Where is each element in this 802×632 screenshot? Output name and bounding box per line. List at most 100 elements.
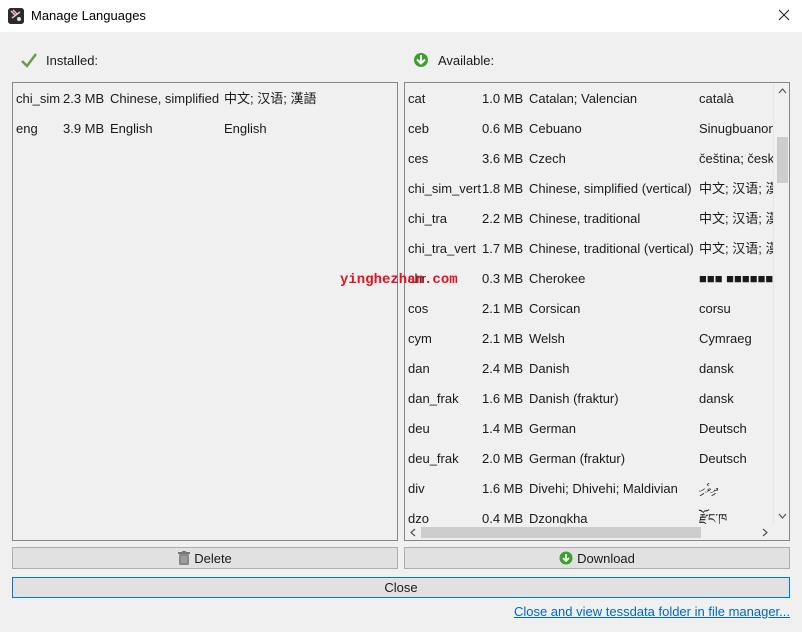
cell-size: 1.0 MB xyxy=(482,91,524,106)
cell-name: Divehi; Dhivehi; Maldivian xyxy=(529,481,678,496)
installed-list[interactable]: chi_sim 2.3 MB Chinese, simplified 中文; 汉语; … xyxy=(12,82,398,541)
list-row[interactable]: dan 2.4 MB Danish dansk xyxy=(405,354,773,384)
cell-size: 3.9 MB xyxy=(63,121,105,136)
scroll-up-arrow-icon[interactable] xyxy=(774,83,789,99)
cell-name: Catalan; Valencian xyxy=(529,91,638,106)
list-row[interactable]: ces 3.6 MB Czech čeština; český jazyk xyxy=(405,144,773,174)
cell-name: Czech xyxy=(529,151,566,166)
trash-icon xyxy=(178,550,191,566)
cell-code: ces xyxy=(408,151,429,166)
vertical-scroll-thumb[interactable] xyxy=(777,137,788,183)
cell-code: eng xyxy=(16,121,38,136)
cell-code: chi_sim_vert xyxy=(408,181,481,196)
available-horizontal-scrollbar[interactable] xyxy=(405,524,773,540)
list-row[interactable]: ceb 0.6 MB Cebuano Sinugbuanon xyxy=(405,114,773,144)
cell-size: 1.4 MB xyxy=(482,421,524,436)
cell-native: català xyxy=(699,91,734,106)
cell-code: div xyxy=(408,481,425,496)
cell-native: 中文; 汉语; 漢語 xyxy=(699,241,773,256)
list-row[interactable]: chi_sim 2.3 MB Chinese, simplified 中文; 汉语; … xyxy=(13,84,397,114)
download-icon xyxy=(559,551,573,565)
cell-name: Danish (fraktur) xyxy=(529,391,619,406)
cell-code: dzo xyxy=(408,511,429,524)
cell-code: deu_frak xyxy=(408,451,459,466)
scroll-corner xyxy=(773,524,789,540)
list-row[interactable]: deu 1.4 MB German Deutsch xyxy=(405,414,773,444)
cell-native: English xyxy=(224,121,267,136)
cell-name: Chinese, traditional xyxy=(529,211,641,226)
cell-name: German (fraktur) xyxy=(529,451,626,466)
cell-code: chi_tra_vert xyxy=(408,241,476,256)
cell-native: 中文; 汉语; 漢語 xyxy=(699,211,773,226)
checkmark-icon xyxy=(20,51,38,69)
available-label: Available: xyxy=(438,52,495,68)
list-row[interactable]: chr 0.3 MB Cherokee ■■■ ■■■■■■■ xyxy=(405,264,773,294)
close-button-label: Close xyxy=(384,580,418,595)
cell-size: 2.1 MB xyxy=(482,301,524,316)
cell-code: chi_tra xyxy=(408,211,448,226)
horizontal-scroll-thumb[interactable] xyxy=(421,527,701,538)
available-vertical-scrollbar[interactable] xyxy=(773,83,789,524)
cell-code: deu xyxy=(408,421,430,436)
delete-button[interactable]: Delete xyxy=(12,547,398,569)
installed-header: Installed: xyxy=(20,50,98,70)
list-row[interactable]: dzo 0.4 MB Dzongkha རྫོང་ཁ xyxy=(405,504,773,524)
close-window-button[interactable] xyxy=(766,0,802,32)
list-row[interactable]: dan_frak 1.6 MB Danish (fraktur) dansk xyxy=(405,384,773,414)
download-button[interactable]: Download xyxy=(404,547,790,569)
cell-size: 1.8 MB xyxy=(482,181,524,196)
cell-code: chr xyxy=(408,271,427,286)
installed-label: Installed: xyxy=(46,52,99,68)
window-title: Manage Languages xyxy=(31,8,146,23)
title-bar: Manage Languages xyxy=(0,0,802,32)
cell-size: 0.3 MB xyxy=(482,271,524,286)
scroll-left-arrow-icon[interactable] xyxy=(405,524,421,540)
cell-name: Chinese, simplified xyxy=(110,91,220,106)
cell-native: čeština; český jazyk xyxy=(699,151,773,166)
cell-native: Sinugbuanon xyxy=(699,121,773,136)
cell-size: 0.6 MB xyxy=(482,121,524,136)
cell-native: Cymraeg xyxy=(699,331,752,346)
list-row[interactable]: div 1.6 MB Divehi; Dhivehi; Maldivian ދިވެހ… xyxy=(405,474,773,504)
available-header: Available: xyxy=(412,50,494,70)
cell-name: Chinese, simplified (vertical) xyxy=(529,181,692,196)
cell-name: English xyxy=(110,121,153,136)
list-row[interactable]: chi_sim_vert 1.8 MB Chinese, simplified (v… xyxy=(405,174,773,204)
list-row[interactable]: cos 2.1 MB Corsican corsu xyxy=(405,294,773,324)
cell-size: 1.7 MB xyxy=(482,241,524,256)
scroll-right-arrow-icon[interactable] xyxy=(757,524,773,540)
available-list[interactable]: cat 1.0 MB Catalan; Valencian català ceb 0.6 … xyxy=(404,82,790,541)
cell-native: རྫོང་ཁ xyxy=(699,511,728,524)
cell-name: German xyxy=(529,421,576,436)
cell-native: dansk xyxy=(699,391,734,406)
cell-code: dan_frak xyxy=(408,391,459,406)
cell-size: 0.4 MB xyxy=(482,511,524,524)
list-row[interactable]: cat 1.0 MB Catalan; Valencian català xyxy=(405,84,773,114)
cell-native: ■■■ ■■■■■■■ xyxy=(699,271,773,286)
cell-name: Corsican xyxy=(529,301,581,316)
list-row[interactable]: deu_frak 2.0 MB German (fraktur) Deutsch xyxy=(405,444,773,474)
cell-code: ceb xyxy=(408,121,429,136)
list-row[interactable]: chi_tra 2.2 MB Chinese, traditional 中文; 汉语;… xyxy=(405,204,773,234)
close-icon xyxy=(778,9,790,21)
cell-native: Deutsch xyxy=(699,421,747,436)
manage-languages-dialog: Manage Languages Installed: Available: c… xyxy=(0,0,802,632)
cell-code: chi_sim xyxy=(16,91,61,106)
open-tessdata-folder-link[interactable]: Close and view tessdata folder in file m… xyxy=(514,604,790,619)
cell-code: dan xyxy=(408,361,430,376)
cell-native: 中文; 汉语; 漢語 xyxy=(699,181,773,196)
scroll-down-arrow-icon[interactable] xyxy=(774,508,789,524)
cell-native: dansk xyxy=(699,361,734,376)
list-row[interactable]: eng 3.9 MB English English xyxy=(13,114,397,144)
cell-size: 2.1 MB xyxy=(482,331,524,346)
cell-size: 2.4 MB xyxy=(482,361,524,376)
cell-native: ދިވެހި xyxy=(699,481,718,496)
cell-native: corsu xyxy=(699,301,731,316)
delete-button-label: Delete xyxy=(194,550,232,566)
cell-name: Danish xyxy=(529,361,570,376)
list-row[interactable]: cym 2.1 MB Welsh Cymraeg xyxy=(405,324,773,354)
close-button[interactable]: Close xyxy=(12,577,790,598)
cell-name: Cebuano xyxy=(529,121,582,136)
cell-size: 1.6 MB xyxy=(482,391,524,406)
list-row[interactable]: chi_tra_vert 1.7 MB Chinese, traditional (… xyxy=(405,234,773,264)
